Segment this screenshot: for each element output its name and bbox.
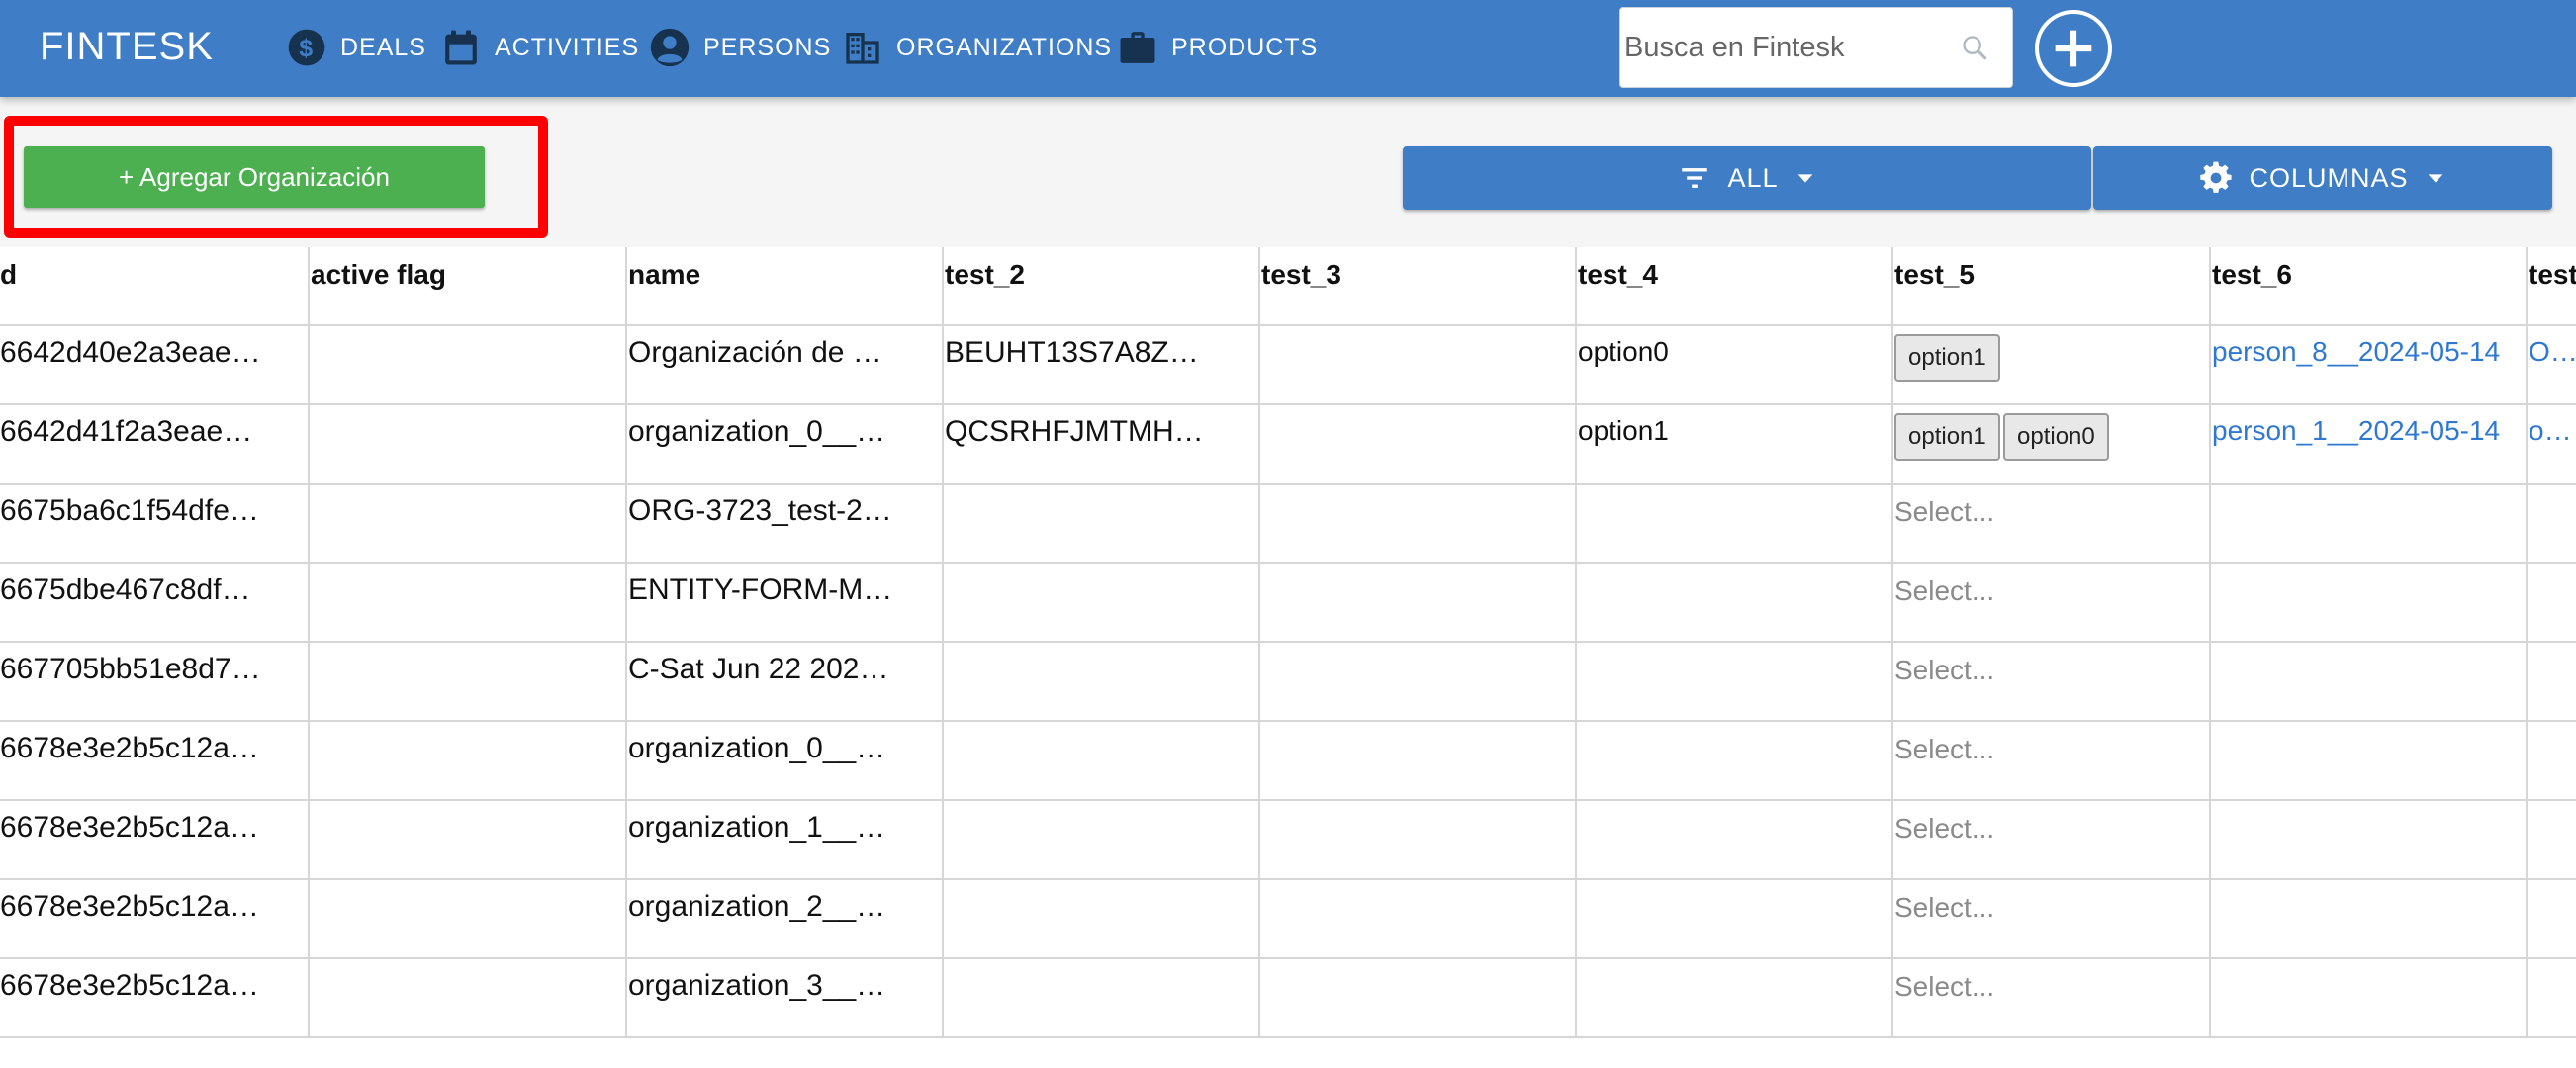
cell-id: 6678e3e2b5c12a… (0, 969, 259, 1002)
cell-id: 6678e3e2b5c12a… (0, 732, 259, 764)
filter-icon (1682, 168, 1708, 188)
cell-test-2: BEUHT13S7A8Z… (945, 336, 1199, 369)
cell-test-2: QCSRHFJMTMH… (945, 415, 1204, 448)
nav-item-label: DEALS (340, 33, 426, 61)
table-row[interactable]: 6642d40e2a3eae… Organización de … BEUHT1… (0, 326, 2576, 405)
nav-item-label: ACTIVITIES (495, 33, 640, 61)
columns-label: COLUMNAS (2249, 162, 2409, 193)
filter-label: ALL (1727, 162, 1779, 193)
cell-name: organization_3__… (628, 969, 886, 1002)
nav-item-persons[interactable]: PERSONS (650, 22, 831, 73)
nav-item-organizations[interactable]: ORGANIZATIONS (843, 22, 1112, 73)
filter-button[interactable]: ALL (1403, 146, 2091, 210)
nav-item-products[interactable]: PRODUCTS (1118, 22, 1318, 73)
table-row[interactable]: 6675ba6c1f54dfe… ORG-3723_test-2… Select… (0, 485, 2576, 564)
table-row[interactable]: 6678e3e2b5c12a… organization_0__… Select… (0, 722, 2576, 801)
nav-item-activities[interactable]: ACTIVITIES (441, 22, 639, 73)
quick-add-button[interactable] (2035, 10, 2112, 87)
cell-id: 6675ba6c1f54dfe… (0, 494, 259, 527)
cell-test-6-link[interactable]: person_1__2024-05-14 (2212, 415, 2503, 447)
cell-name: organization_2__… (628, 890, 886, 923)
column-header-test-5[interactable]: test_5 (1894, 259, 1975, 291)
cell-name: ENTITY-FORM-M… (628, 574, 893, 606)
column-header-test-6[interactable]: test_6 (2212, 259, 2292, 291)
select-placeholder[interactable]: Select... (1894, 813, 2191, 845)
cell-id: 6642d41f2a3eae… (0, 415, 253, 448)
briefcase-icon (1120, 32, 1155, 63)
cell-id: 6675dbe467c8df… (0, 574, 251, 606)
select-placeholder[interactable]: Select... (1894, 892, 2191, 924)
column-header-test-4[interactable]: test_4 (1578, 259, 1658, 291)
column-header-test-2[interactable]: test_2 (945, 259, 1025, 291)
brand-logo[interactable]: FINTESK (40, 25, 214, 69)
cell-name: organization_0__… (628, 415, 886, 448)
top-navbar: FINTESK $ DEALS ACTIVITIES PERSONS ORGAN… (0, 0, 2576, 97)
cell-id: 6642d40e2a3eae… (0, 336, 261, 369)
table-row[interactable]: 6678e3e2b5c12a… organization_2__… Select… (0, 880, 2576, 959)
cell-test-4: option0 (1578, 336, 1669, 367)
cell-name: C-Sat Jun 22 202… (628, 653, 889, 685)
table-row[interactable]: 6642d41f2a3eae… organization_0__… QCSRHF… (0, 405, 2576, 485)
select-placeholder[interactable]: Select... (1894, 971, 2191, 1003)
cell-test-6-link[interactable]: person_8__2024-05-14 (2212, 336, 2503, 368)
nav-item-deals[interactable]: $ DEALS (287, 22, 426, 73)
column-header-name[interactable]: name (628, 259, 700, 291)
gear-icon (2200, 161, 2233, 193)
table-row[interactable]: 6678e3e2b5c12a… organization_3__… Select… (0, 959, 2576, 1038)
calendar-icon (445, 30, 477, 65)
search-box (1619, 7, 2013, 88)
select-placeholder[interactable]: Select... (1894, 655, 2191, 686)
cell-id: 6678e3e2b5c12a… (0, 811, 259, 844)
table-row[interactable]: 6678e3e2b5c12a… organization_1__… Select… (0, 801, 2576, 880)
person-circle-icon (650, 28, 690, 67)
columns-button[interactable]: COLUMNAS (2093, 146, 2552, 210)
cell-id: 6678e3e2b5c12a… (0, 890, 259, 923)
cell-id: 667705bb51e8d7… (0, 653, 261, 685)
table-row[interactable]: 667705bb51e8d7… C-Sat Jun 22 202… Select… (0, 643, 2576, 722)
cell-name: Organización de … (628, 336, 882, 369)
organizations-table: d active flag name test_2 test_3 test_4 … (0, 247, 2576, 1038)
building-icon (846, 33, 879, 64)
option-tag[interactable]: option1 (1894, 334, 2000, 382)
add-organization-button[interactable]: + Agregar Organización (24, 146, 485, 208)
nav-item-label: PRODUCTS (1171, 33, 1319, 61)
select-placeholder[interactable]: Select... (1894, 496, 2191, 528)
search-input[interactable] (1624, 8, 1951, 87)
column-header-active-flag[interactable]: active flag (311, 259, 446, 291)
nav-item-label: PERSONS (703, 33, 832, 61)
cell-name: organization_1__… (628, 811, 886, 844)
table-row[interactable]: 6675dbe467c8df… ENTITY-FORM-M… Select... (0, 564, 2576, 643)
cell-test-7-link[interactable]: Orga (2529, 336, 2576, 368)
table-header: d active flag name test_2 test_3 test_4 … (0, 247, 2576, 326)
select-placeholder[interactable]: Select... (1894, 734, 2191, 765)
column-header-id[interactable]: d (0, 259, 17, 291)
search-icon[interactable] (1961, 34, 1988, 61)
column-header-test-3[interactable]: test_3 (1261, 259, 1341, 291)
plus-icon (2055, 30, 2092, 67)
column-header-test-7[interactable]: test (2529, 259, 2576, 291)
option-tag[interactable]: option1 (1894, 413, 2000, 461)
cell-name: organization_0__… (628, 732, 886, 764)
svg-text:$: $ (299, 35, 315, 62)
caret-down-icon (1797, 174, 1812, 183)
nav-item-label: ORGANIZATIONS (896, 33, 1113, 61)
select-placeholder[interactable]: Select... (1894, 576, 2191, 607)
cell-name: ORG-3723_test-2… (628, 494, 892, 527)
cell-test-4: option1 (1578, 415, 1669, 446)
option-tag[interactable]: option0 (2003, 413, 2109, 461)
cell-test-7-link[interactable]: orga (2529, 415, 2576, 447)
dollar-circle-icon: $ (288, 29, 325, 66)
caret-down-icon (2428, 174, 2442, 183)
